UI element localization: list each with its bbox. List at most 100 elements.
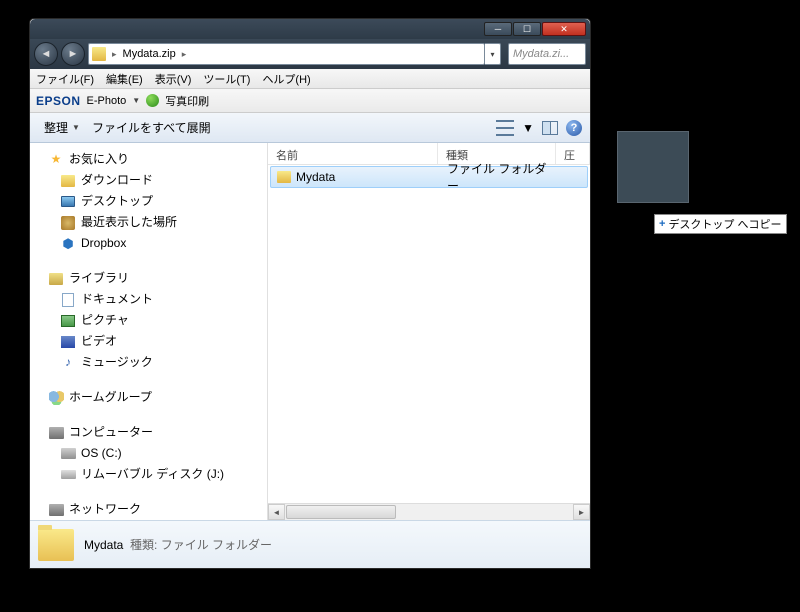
chevron-down-icon[interactable]: ▼	[522, 121, 534, 135]
library-icon	[49, 273, 63, 285]
search-placeholder: Mydata.zi...	[513, 48, 569, 60]
address-path: Mydata.zip	[123, 48, 176, 60]
sidebar-label: OS (C:)	[81, 445, 122, 462]
epson-print-icon	[146, 94, 159, 107]
details-name: Mydata	[84, 538, 123, 552]
folder-icon	[92, 47, 106, 61]
scroll-left-button[interactable]: ◄	[268, 504, 285, 520]
view-options-button[interactable]	[496, 120, 514, 136]
sidebar-label: コンピューター	[69, 424, 153, 441]
sidebar-label: ドキュメント	[81, 291, 153, 308]
computer-icon	[49, 427, 64, 439]
sidebar-label: お気に入り	[69, 151, 129, 168]
sidebar-label: ネットワーク	[69, 501, 141, 518]
sidebar-homegroup[interactable]: ホームグループ	[30, 387, 267, 408]
sidebar-downloads[interactable]: ダウンロード	[30, 170, 267, 191]
explorer-body: ★お気に入り ダウンロード デスクトップ 最近表示した場所 ⬢ Dropbox ラ…	[30, 143, 590, 520]
drag-tooltip: + デスクトップ へコピー	[654, 214, 787, 234]
close-button[interactable]: ✕	[542, 22, 586, 36]
address-dropdown[interactable]: ▾	[485, 43, 501, 65]
file-list: 名前 種類 圧 Mydata ファイル フォルダー ◄ ►	[268, 143, 590, 520]
organize-button[interactable]: 整理 ▼	[38, 117, 86, 138]
titlebar[interactable]: ─ ☐ ✕	[30, 19, 590, 39]
chevron-right-icon: ▸	[110, 49, 119, 60]
sidebar-drive-c[interactable]: OS (C:)	[30, 443, 267, 464]
nav-toolbar: ◄ ► ▸ Mydata.zip ▸ ▾ Mydata.zi...	[30, 39, 590, 69]
chevron-down-icon: ▼	[72, 123, 80, 132]
forward-button[interactable]: ►	[61, 42, 85, 66]
sidebar-pictures[interactable]: ピクチャ	[30, 310, 267, 331]
epson-logo: EPSON	[36, 94, 81, 108]
extract-label: ファイルをすべて展開	[92, 119, 211, 136]
menu-view[interactable]: 表示(V)	[155, 71, 192, 87]
sidebar-favorites[interactable]: ★お気に入り	[30, 149, 267, 170]
details-pane: Mydata 種類: ファイル フォルダー	[30, 520, 590, 568]
sidebar-label: リムーバブル ディスク (J:)	[81, 466, 224, 483]
column-name[interactable]: 名前	[268, 143, 438, 164]
menu-bar: ファイル(F) 編集(E) 表示(V) ツール(T) ヘルプ(H)	[30, 69, 590, 89]
dropbox-icon: ⬢	[60, 236, 76, 252]
sidebar-label: ミュージック	[81, 354, 153, 371]
document-icon	[62, 293, 74, 307]
address-bar[interactable]: ▸ Mydata.zip ▸	[88, 43, 485, 65]
preview-pane-button[interactable]	[542, 121, 558, 135]
scroll-right-button[interactable]: ►	[573, 504, 590, 520]
sidebar-label: Dropbox	[81, 235, 126, 252]
homegroup-icon	[49, 391, 64, 405]
menu-tools[interactable]: ツール(T)	[203, 71, 250, 87]
sidebar-label: ホームグループ	[69, 389, 152, 406]
sidebar-libraries[interactable]: ライブラリ	[30, 268, 267, 289]
extract-all-button[interactable]: ファイルをすべて展開	[86, 117, 217, 138]
sidebar-label: ライブラリ	[69, 270, 129, 287]
item-name: Mydata	[296, 170, 335, 184]
sidebar-computer[interactable]: コンピューター	[30, 422, 267, 443]
epson-ephoto[interactable]: E-Photo	[87, 95, 127, 107]
recent-icon	[61, 216, 75, 230]
menu-file[interactable]: ファイル(F)	[36, 71, 94, 87]
minimize-button[interactable]: ─	[484, 22, 512, 36]
picture-icon	[61, 315, 75, 327]
scroll-thumb[interactable]	[286, 505, 396, 519]
folder-icon	[277, 171, 291, 183]
command-bar: 整理 ▼ ファイルをすべて展開 ▼ ?	[30, 113, 590, 143]
details-type-label: 種類:	[130, 538, 157, 552]
sidebar-label: 最近表示した場所	[81, 214, 177, 231]
drag-tip-text: デスクトップ へコピー	[668, 216, 781, 232]
music-icon: ♪	[60, 355, 76, 371]
back-button[interactable]: ◄	[34, 42, 58, 66]
epson-toolbar: EPSON E-Photo ▼ 写真印刷	[30, 89, 590, 113]
sidebar-music[interactable]: ♪ ミュージック	[30, 352, 267, 373]
sidebar-desktop[interactable]: デスクトップ	[30, 191, 267, 212]
search-input[interactable]: Mydata.zi...	[508, 43, 586, 65]
details-type: ファイル フォルダー	[161, 538, 272, 552]
desktop-icon	[61, 196, 75, 207]
network-icon	[49, 504, 64, 516]
sidebar-removable-j[interactable]: リムーバブル ディスク (J:)	[30, 464, 267, 485]
sidebar-label: デスクトップ	[81, 193, 153, 210]
sidebar-dropbox[interactable]: ⬢ Dropbox	[30, 233, 267, 254]
plus-icon: +	[659, 218, 665, 230]
sidebar-label: ダウンロード	[81, 172, 153, 189]
horizontal-scrollbar[interactable]: ◄ ►	[268, 503, 590, 520]
navigation-pane: ★お気に入り ダウンロード デスクトップ 最近表示した場所 ⬢ Dropbox ラ…	[30, 143, 268, 520]
sidebar-network[interactable]: ネットワーク	[30, 499, 267, 520]
list-item[interactable]: Mydata ファイル フォルダー	[270, 166, 588, 188]
sidebar-recent[interactable]: 最近表示した場所	[30, 212, 267, 233]
video-icon	[61, 336, 75, 348]
column-compressed[interactable]: 圧	[556, 143, 590, 164]
sidebar-documents[interactable]: ドキュメント	[30, 289, 267, 310]
help-icon[interactable]: ?	[566, 120, 582, 136]
epson-print[interactable]: 写真印刷	[165, 93, 209, 109]
drag-ghost	[617, 131, 689, 203]
folder-icon	[61, 175, 75, 187]
removable-icon	[61, 470, 76, 479]
list-empty-area[interactable]	[268, 189, 590, 503]
menu-help[interactable]: ヘルプ(H)	[262, 71, 310, 87]
sidebar-label: ビデオ	[81, 333, 117, 350]
explorer-window: ─ ☐ ✕ ◄ ► ▸ Mydata.zip ▸ ▾ Mydata.zi... …	[29, 18, 591, 569]
maximize-button[interactable]: ☐	[513, 22, 541, 36]
chevron-down-icon[interactable]: ▼	[132, 96, 140, 105]
sidebar-videos[interactable]: ビデオ	[30, 331, 267, 352]
folder-icon	[38, 529, 74, 561]
menu-edit[interactable]: 編集(E)	[106, 71, 143, 87]
